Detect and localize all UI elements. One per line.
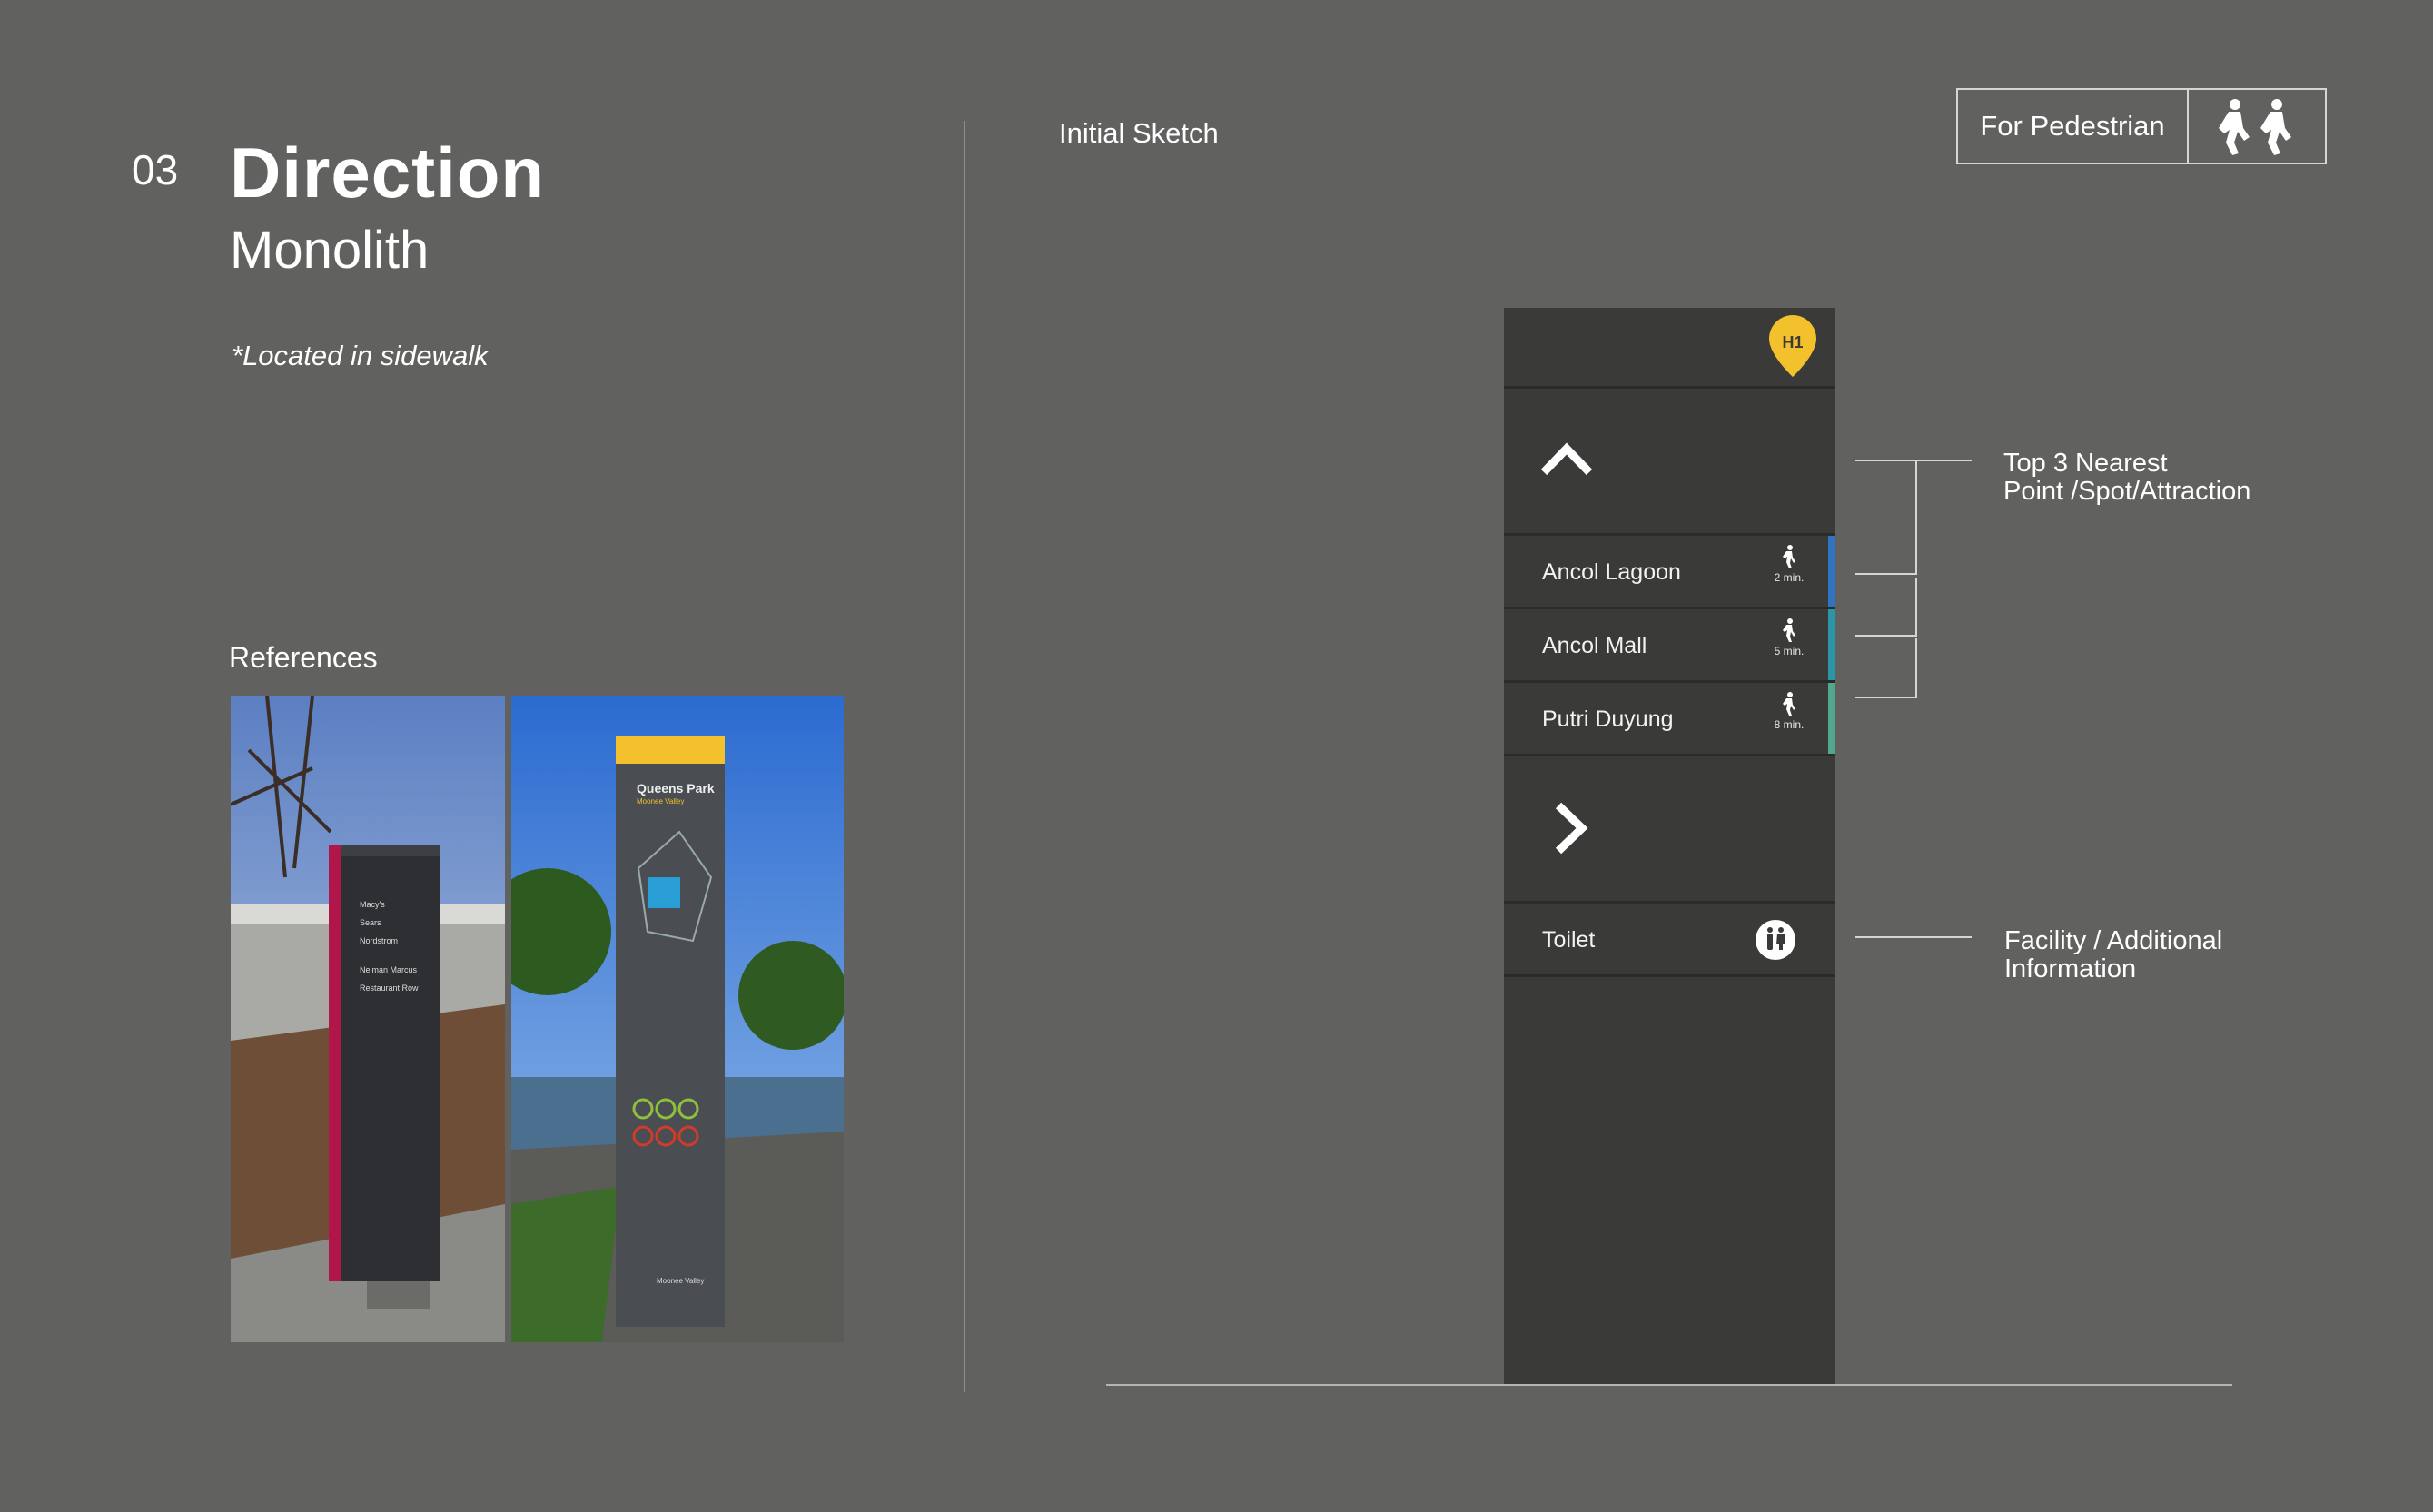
references-label: References (229, 641, 378, 674)
pylon-item: Nordstrom (360, 936, 399, 945)
annotation-text: Facility / Additional (2004, 926, 2223, 955)
facility-name: Toilet (1542, 927, 1596, 953)
facility-row: Toilet (1504, 904, 1835, 977)
location-badge-text: H1 (1782, 333, 1804, 351)
walk-time: 2 min. (1774, 571, 1805, 584)
destination-row: Ancol Mall 5 min. (1504, 609, 1835, 683)
leader-line (1855, 936, 1972, 938)
chevron-right-icon (1555, 802, 1588, 855)
page-subtitle: Monolith (230, 221, 430, 280)
destination-row: Putri Duyung 8 min. (1504, 683, 1835, 756)
annotation-top3: Top 3 Nearest Point /Spot/Attraction (2003, 450, 2250, 506)
walking-icon: 2 min. (1771, 545, 1807, 584)
sketch-label: Initial Sketch (1059, 117, 1219, 149)
pylon-item: Sears (360, 918, 381, 927)
annotation-facility: Facility / Additional Information (2004, 927, 2222, 983)
queens-park-footer: Moonee Valley (657, 1277, 705, 1285)
pedestrian-icon (2189, 90, 2325, 163)
walking-icon: 5 min. (1771, 618, 1807, 657)
leader-line (1855, 573, 1917, 575)
annotation-text: Top 3 Nearest (2003, 449, 2168, 478)
section-number: 03 (132, 146, 179, 193)
color-strip (1828, 609, 1835, 680)
leader-line (1915, 638, 1917, 697)
reference-photo-queens-park: Queens Park Moonee Valley Moonee Valley (511, 696, 844, 1342)
leader-line (1855, 697, 1917, 698)
direction-up-row (1504, 389, 1835, 536)
destination-name: Ancol Mall (1542, 633, 1647, 658)
color-strip (1828, 536, 1835, 607)
chevron-up-icon (1540, 442, 1593, 476)
pylon-item: Neiman Marcus (360, 965, 418, 974)
mode-label: For Pedestrian (1958, 90, 2189, 163)
queens-park-subtitle: Moonee Valley (637, 797, 685, 805)
queens-park-title: Queens Park (637, 781, 715, 796)
page-title: Direction (230, 133, 546, 212)
location-marker-icon: H1 (1767, 315, 1818, 379)
annotation-text: Point /Spot/Attraction (2003, 477, 2251, 506)
leader-line (1915, 578, 1917, 636)
mode-badge: For Pedestrian (1956, 88, 2327, 164)
pylon-directory: Macy's Sears Nordstrom Neiman Marcus Res… (360, 895, 419, 997)
destination-name: Putri Duyung (1542, 707, 1674, 732)
pylon-item: Restaurant Row (360, 983, 419, 993)
sign-header: H1 (1504, 308, 1835, 389)
color-strip (1828, 683, 1835, 754)
direction-right-row (1504, 756, 1835, 904)
leader-line (1855, 635, 1917, 637)
ground-line (1106, 1384, 2232, 1386)
walk-time: 5 min. (1774, 645, 1805, 657)
reference-photo-pylon: Macy's Sears Nordstrom Neiman Marcus Res… (231, 696, 505, 1342)
pylon-item: Macy's (360, 900, 385, 909)
leader-line (1915, 460, 1917, 574)
location-note: *Located in sidewalk (232, 340, 489, 371)
destination-name: Ancol Lagoon (1542, 559, 1681, 585)
vertical-divider (964, 121, 965, 1392)
annotation-text: Information (2004, 954, 2137, 983)
toilet-icon (1755, 919, 1796, 965)
monolith-sign: H1 Ancol Lagoon 2 min. Ancol Mall 5 min.… (1504, 308, 1835, 1385)
walk-time: 8 min. (1774, 718, 1805, 731)
destination-row: Ancol Lagoon 2 min. (1504, 536, 1835, 609)
leader-line (1855, 460, 1972, 461)
walking-icon: 8 min. (1771, 692, 1807, 731)
